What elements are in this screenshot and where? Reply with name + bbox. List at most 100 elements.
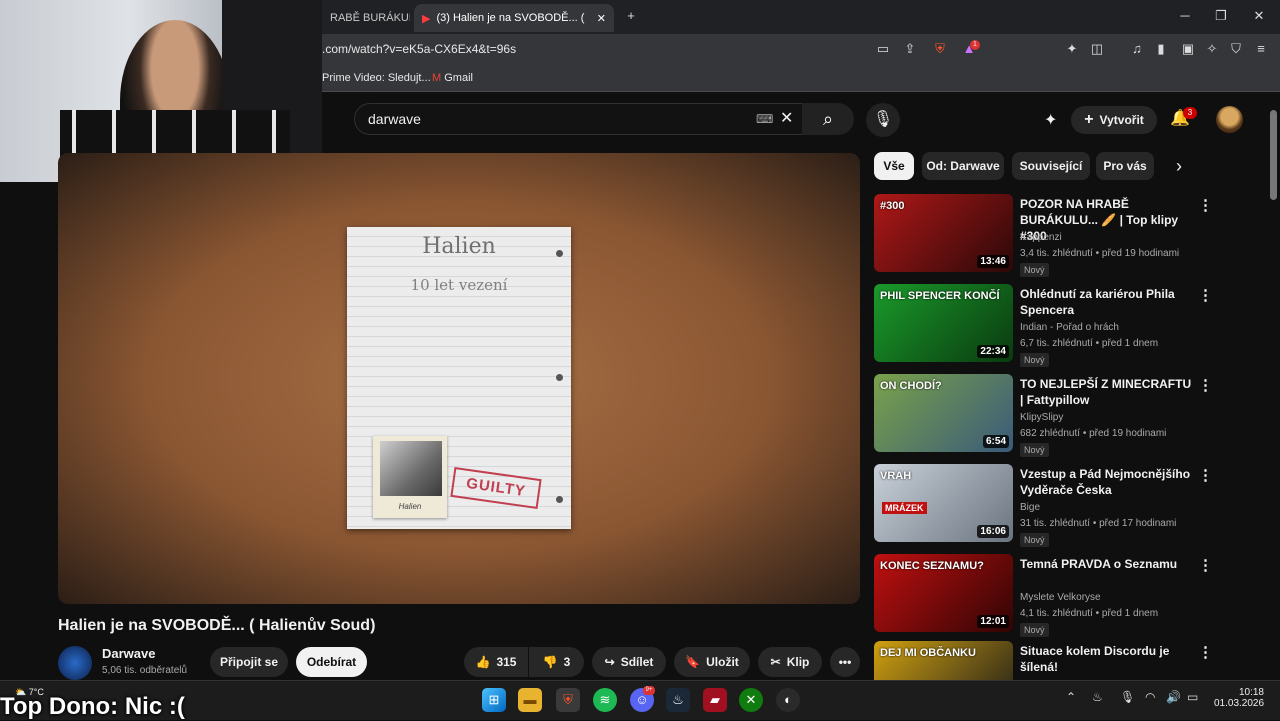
create-button[interactable]: + Vytvořit — [1071, 106, 1157, 134]
vpn-icon[interactable]: ⛉ — [1227, 40, 1245, 58]
video-thumbnail[interactable]: #300 13:46 — [874, 194, 1013, 272]
share-button[interactable]: ↪ Sdílet — [592, 647, 666, 677]
paper-hole — [556, 496, 563, 503]
new-badge: Nový — [1020, 263, 1049, 277]
bookmark-label: Gmail — [444, 72, 473, 84]
scrollbar-thumb[interactable] — [1270, 110, 1277, 200]
xbox-icon[interactable]: ✕ — [739, 688, 763, 712]
more-options-icon[interactable]: ⋮ — [1198, 556, 1213, 574]
recommendation-title[interactable]: TO NEJLEPŠÍ Z MINECRAFTU | Fattypillow — [1020, 376, 1192, 408]
subscribe-button[interactable]: Odebírat — [296, 647, 367, 677]
browser-tab[interactable]: RABĚ BURÁKULU... — [322, 4, 410, 32]
more-options-icon[interactable]: ⋮ — [1198, 196, 1213, 214]
clear-search-icon[interactable]: ✕ — [780, 108, 793, 128]
recommendation-title[interactable]: Temná PRAVDA o Seznamu — [1020, 556, 1192, 572]
more-options-icon[interactable]: ⋮ — [1198, 466, 1213, 484]
share-page-icon[interactable]: ⇪ — [901, 40, 919, 58]
recommendation-title[interactable]: Situace kolem Discordu je šílená! — [1020, 643, 1192, 675]
screenshot-icon[interactable]: ◫ — [1088, 40, 1106, 58]
more-actions-button[interactable]: ••• — [830, 647, 860, 677]
sidebar-icon[interactable]: ▮ — [1152, 40, 1170, 58]
thumbnail-overlay-text: KONEC SEZNAMU? — [880, 560, 984, 572]
spotify-icon[interactable]: ≋ — [593, 688, 617, 712]
chip-related[interactable]: Související — [1012, 152, 1090, 180]
cast-icon[interactable]: ▭ — [874, 40, 892, 58]
clip-button[interactable]: ✂ Klip — [758, 647, 822, 677]
steam-tray-icon[interactable]: ♨ — [1092, 690, 1103, 704]
paper-hole — [556, 250, 563, 257]
chip-all[interactable]: Vše — [874, 152, 914, 180]
video-title: Halien je na SVOBODĚ... ( Halienův Soud) — [58, 617, 376, 634]
video-thumbnail[interactable]: PHIL SPENCER KONČÍ 22:34 — [874, 284, 1013, 362]
steam-icon[interactable]: ♨ — [666, 688, 690, 712]
keyboard-icon[interactable]: ⌨ — [756, 112, 773, 126]
video-thumbnail[interactable]: KONEC SEZNAMU? 12:01 — [874, 554, 1013, 632]
microphone-tray-icon[interactable]: 🎙 — [1120, 690, 1135, 704]
channel-avatar[interactable] — [58, 646, 92, 680]
app-icon[interactable]: ▰ — [703, 688, 727, 712]
thumbnail-overlay-text: ON CHODÍ? — [880, 380, 942, 392]
brave-shield-icon[interactable]: ⛨ — [931, 40, 949, 58]
chip-for-you[interactable]: Pro vás — [1096, 152, 1154, 180]
search-icon: ⌕ — [822, 109, 834, 129]
more-options-icon[interactable]: ⋮ — [1198, 643, 1213, 661]
search-button[interactable]: ⌕ — [802, 103, 854, 135]
search-query: darwave — [368, 111, 421, 127]
recommendation-meta: 6,7 tis. zhlédnutí • před 1 dnem — [1020, 338, 1159, 349]
recommendation-channel[interactable]: Myslete Velkoryse — [1020, 592, 1101, 603]
recommendation-channel[interactable]: Bige — [1020, 502, 1040, 513]
create-ai-icon[interactable]: ✦ — [1044, 110, 1057, 130]
video-thumbnail[interactable]: VRAH MRÁZEK 16:06 — [874, 464, 1013, 542]
create-label: Vytvořit — [1099, 113, 1144, 127]
extensions-icon[interactable]: ✦ — [1063, 40, 1081, 58]
close-window-button[interactable]: ✕ — [1248, 6, 1270, 26]
chip-from-channel[interactable]: Od: Darwave — [922, 152, 1004, 180]
system-clock[interactable]: 10:18 01.03.2026 — [1214, 687, 1264, 709]
chips-next-chevron-icon[interactable]: › — [1176, 156, 1182, 177]
recommendation-channel[interactable]: Indian - Pořad o hrách — [1020, 322, 1119, 333]
recommendation-channel[interactable]: KlipySlipy — [1020, 412, 1063, 423]
save-button[interactable]: 🔖 Uložit — [674, 647, 750, 677]
tray-overflow-icon[interactable]: ⌃ — [1066, 690, 1076, 704]
minimize-button[interactable]: ─ — [1174, 6, 1196, 26]
dislike-button[interactable]: 👎 3 — [529, 647, 584, 677]
voice-search-button[interactable]: 🎙 — [866, 103, 900, 137]
save-label: Uložit — [706, 655, 739, 669]
bookmark-gmail[interactable]: M Gmail — [432, 72, 473, 84]
more-options-icon[interactable]: ⋮ — [1198, 286, 1213, 304]
thumbnail-overlay-text-2: MRÁZEK — [882, 502, 927, 514]
search-input[interactable] — [354, 103, 814, 135]
wallet-icon[interactable]: ▣ — [1179, 40, 1197, 58]
discord-badge: 9+ — [643, 686, 655, 695]
plus-icon: + — [1084, 111, 1094, 128]
join-button[interactable]: Připojit se — [210, 647, 288, 677]
recommendation-channel[interactable]: Kappenzi — [1020, 232, 1062, 243]
account-avatar[interactable] — [1216, 106, 1243, 133]
thumbnail-overlay-text: PHIL SPENCER KONČÍ — [880, 290, 1000, 302]
join-label: Připojit se — [219, 655, 278, 669]
leo-ai-icon[interactable]: ✧ — [1203, 40, 1221, 58]
menu-icon[interactable]: ≡ — [1252, 40, 1270, 58]
start-menu-icon[interactable]: ⊞ — [482, 688, 506, 712]
channel-name[interactable]: Darwave — [102, 646, 155, 661]
battery-icon[interactable]: ▭ — [1187, 690, 1198, 704]
file-explorer-icon[interactable]: ▬ — [518, 688, 542, 712]
volume-icon[interactable]: 🔊 — [1166, 690, 1181, 704]
video-thumbnail[interactable]: ON CHODÍ? 6:54 — [874, 374, 1013, 452]
bookmark-prime-video[interactable]: Prime Video: Sledujt... — [322, 72, 431, 84]
wifi-icon[interactable]: ◠ — [1145, 690, 1155, 704]
recommendation-title[interactable]: Ohlédnutí za kariérou Phila Spencera — [1020, 286, 1192, 318]
browser-tab-active[interactable]: ▶ (3) Halien je na SVOBODĚ... (✕ — [414, 4, 614, 32]
clip-label: Klip — [786, 655, 810, 669]
maximize-button[interactable]: ❐ — [1210, 6, 1232, 26]
recommendation-title[interactable]: Vzestup a Pád Nejmocnějšího Vyděrače Čes… — [1020, 466, 1192, 498]
media-icon[interactable]: ♫ — [1128, 40, 1146, 58]
new-tab-button[interactable]: + — [620, 6, 642, 26]
like-button[interactable]: 👍 315 — [464, 647, 528, 677]
close-tab-icon[interactable]: ✕ — [597, 12, 606, 25]
app-icon-2[interactable]: ◐ — [776, 688, 800, 712]
brave-browser-icon[interactable]: ⛨ — [556, 688, 580, 712]
more-options-icon[interactable]: ⋮ — [1198, 376, 1213, 394]
new-badge: Nový — [1020, 623, 1049, 637]
url-field[interactable]: .com/watch?v=eK5a-CX6Ex4&t=96s — [322, 42, 516, 56]
